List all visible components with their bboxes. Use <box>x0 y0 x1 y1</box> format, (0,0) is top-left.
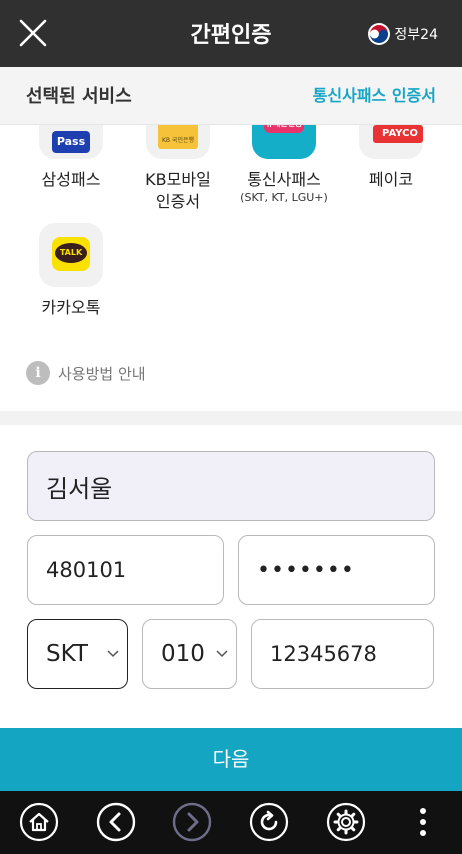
pass-logo-text: PASS 휴대폰인증 <box>264 125 304 133</box>
settings-icon[interactable] <box>326 802 366 842</box>
name-field[interactable] <box>27 451 435 521</box>
phone-number-field[interactable] <box>251 619 434 689</box>
next-button[interactable]: 다음 <box>0 728 462 791</box>
info-icon: i <box>26 361 50 385</box>
selected-service-value: 통신사패스 인증서 <box>312 86 436 105</box>
provider-samsung-pass[interactable]: Pass 삼성패스 <box>21 125 121 191</box>
provider-kakaotalk[interactable]: TALK 카카오톡 <box>21 223 121 319</box>
selected-service-label: 선택된 서비스 <box>26 86 132 107</box>
carrier-select[interactable]: SKT <box>27 619 128 689</box>
provider-name: 통신사패스 <box>247 170 321 189</box>
name-input[interactable] <box>28 452 434 520</box>
provider-telecom-pass[interactable]: PASS 휴대폰인증 통신사패스 (SKT, KT, LGU+) <box>234 125 334 205</box>
kakaotalk-logo: TALK <box>39 223 103 287</box>
telecom-pass-logo: PASS 휴대폰인증 <box>252 125 316 159</box>
provider-kb-mobile[interactable]: KB 국민은행 KB모바일 인증서 <box>128 125 228 213</box>
carrier-value: SKT <box>46 641 88 667</box>
password-field[interactable] <box>238 535 435 605</box>
talk-logo-text: TALK <box>55 243 87 263</box>
gov24-logo: 정부24 <box>367 22 438 46</box>
bottom-nav <box>0 791 462 854</box>
provider-name: 카카오톡 <box>41 298 101 317</box>
kb-logo-text: KB 국민은행 <box>161 137 195 144</box>
phone-prefix-value: 010 <box>161 641 205 667</box>
back-icon[interactable] <box>96 802 136 842</box>
selected-service-bar: 선택된 서비스 통신사패스 인증서 <box>0 67 462 125</box>
more-icon[interactable] <box>403 802 443 842</box>
provider-grid: Pass 삼성패스 KB 국민은행 KB모바일 인증서 PASS 휴대폰인증 통… <box>0 125 462 335</box>
top-header: 간편인증 정부24 <box>0 0 462 67</box>
provider-name: 페이코 <box>368 170 414 189</box>
provider-sub: (SKT, KT, LGU+) <box>240 191 328 204</box>
gov24-label: 정부24 <box>394 27 438 43</box>
birth-field[interactable] <box>27 535 224 605</box>
chevron-down-icon <box>107 650 119 658</box>
usage-guide-link[interactable]: i 사용방법 안내 <box>26 361 146 385</box>
phone-number-input[interactable] <box>252 620 433 688</box>
samsung-pass-logo: Pass <box>39 125 103 159</box>
provider-payco[interactable]: PAYCO 페이코 <box>341 125 441 191</box>
payco-logo-text: PAYCO <box>373 125 423 143</box>
kb-logo: KB 국민은행 <box>146 125 210 159</box>
provider-name: KB모바일 인증서 <box>145 170 211 211</box>
phone-prefix-select[interactable]: 010 <box>142 619 237 689</box>
pass-logo-text: Pass <box>52 131 90 153</box>
birth-input[interactable] <box>28 536 223 604</box>
home-icon[interactable] <box>19 802 59 842</box>
payco-logo: PAYCO <box>359 125 423 159</box>
taegeuk-icon <box>368 23 391 45</box>
usage-guide-label: 사용방법 안내 <box>58 364 146 383</box>
password-input[interactable] <box>239 536 434 604</box>
forward-icon[interactable] <box>172 802 212 842</box>
chevron-down-icon <box>216 650 228 658</box>
section-divider <box>0 411 462 425</box>
refresh-icon[interactable] <box>249 802 289 842</box>
provider-name: 삼성패스 <box>41 170 101 189</box>
